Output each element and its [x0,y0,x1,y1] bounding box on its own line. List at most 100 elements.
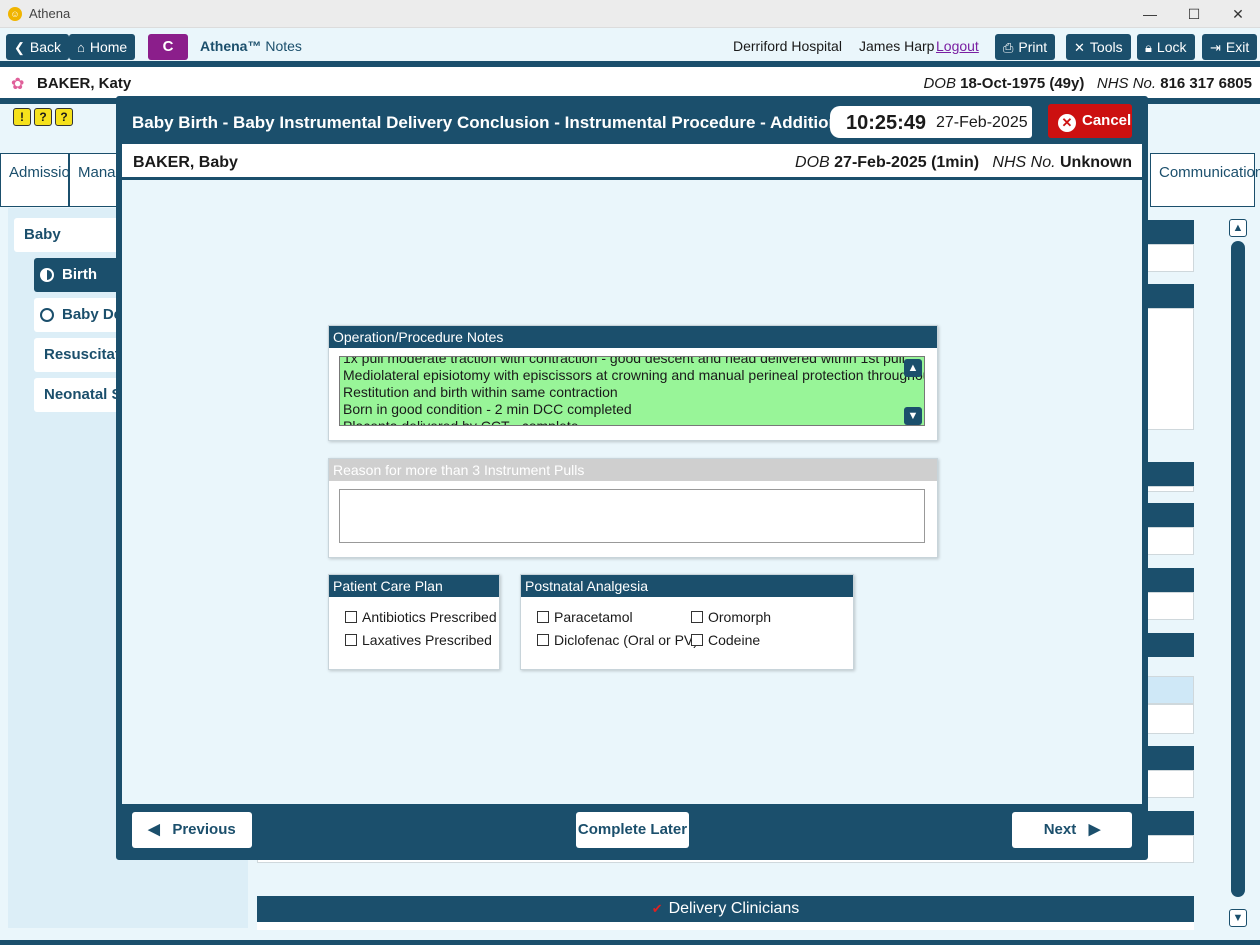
maximize-icon[interactable]: ☐ [1172,2,1216,26]
note-line: 1x pull moderate traction with contracti… [343,356,905,366]
scroll-up-icon[interactable]: ▲ [1229,219,1247,237]
baby-nhs: Unknown [1060,154,1132,171]
instrumental-procedure-dialog: Baby Birth - Baby Instrumental Delivery … [116,96,1148,860]
patient-details: DOB 18-Oct-1975 (49y) NHS No. 816 317 68… [923,75,1252,92]
codeine-checkbox[interactable]: Codeine [691,632,760,648]
checkbox-icon [691,611,703,623]
bg-section-body [257,922,1194,930]
previous-label: Previous [172,821,236,838]
chevron-down-icon[interactable]: ▼ [904,407,922,425]
check-icon: ✔ [651,901,663,916]
close-circle-icon: ✕ [1058,114,1076,132]
patient-name: BAKER, Katy [37,75,132,92]
page-scrollbar[interactable]: ▲ ▼ [1229,219,1247,929]
lock-button[interactable]: 🔒︎ Lock [1137,34,1195,60]
checkbox-label: Oromorph [708,609,772,625]
note-line: Restitution and birth within same contra… [343,384,618,400]
delivery-clinicians-header: ✔ Delivery Clinicians [257,896,1194,922]
reason-panel: Reason for more than 3 Instrument Pulls [328,458,938,558]
brand-suffix: Notes [265,38,302,54]
datetime-box: 10:25:49 27-Feb-2025 [830,106,1032,138]
paracetamol-checkbox[interactable]: Paracetamol [537,609,633,625]
main-toolbar: ❮ Back ⌂ Home C Athena™ Notes Derriford Ho… [0,28,1260,64]
help-icon[interactable]: ? [34,108,52,126]
tab-communications[interactable]: Communications [1150,153,1260,207]
oromorph-checkbox[interactable]: Oromorph [691,609,771,625]
patient-care-plan-panel: Patient Care Plan Antibiotics Prescribed… [328,574,500,670]
delivery-clinicians-label: Delivery Clinicians [668,900,800,917]
user-name: James Harp [859,38,935,54]
print-label: Print [1018,39,1048,55]
tools-button[interactable]: ✕ Tools [1066,34,1131,60]
checkbox-icon [345,634,357,646]
complete-later-button[interactable]: Complete Later [576,812,689,848]
checkbox-icon [691,634,703,646]
home-button[interactable]: ⌂ Home [69,34,136,60]
window-titlebar: ☺ Athena — ☐ ✕ [0,0,1260,28]
hospital-name: Derriford Hospital [733,38,842,54]
baby-banner: BAKER, Baby DOB 27-Feb-2025 (1min) NHS N… [122,144,1142,180]
note-line: Born in good condition - 2 min DCC compl… [343,401,632,417]
logout-link[interactable]: Logout [936,38,979,54]
checkbox-icon [537,634,549,646]
arrow-right-icon: ▶ [1088,821,1101,838]
half-progress-icon [40,268,54,282]
scroll-thumb[interactable] [1231,241,1245,897]
scroll-down-icon[interactable]: ▼ [1229,909,1247,927]
reason-textarea[interactable] [339,489,925,543]
chevron-left-icon: ❮ [14,40,25,55]
close-icon[interactable]: ✕ [1216,2,1260,26]
dob-label: DOB [923,75,956,92]
antibiotics-checkbox[interactable]: Antibiotics Prescribed [345,609,497,625]
minimize-icon[interactable]: — [1128,2,1172,26]
tab-admission[interactable]: Admission [0,153,78,207]
operation-notes-textarea[interactable]: 1x pull moderate traction with contracti… [339,356,925,426]
baby-dob: 27-Feb-2025 (1min) [834,154,980,171]
dialog-header: Baby Birth - Baby Instrumental Delivery … [122,102,1142,144]
operation-notes-header: Operation/Procedure Notes [329,326,937,348]
chevron-up-icon[interactable]: ▲ [904,359,922,377]
checkbox-label: Diclofenac (Oral or PV) [554,632,698,648]
checkbox-label: Laxatives Prescribed [362,632,492,648]
nhs-label: NHS No. [1096,75,1157,92]
dialog-title: Baby Birth - Baby Instrumental Delivery … [132,113,832,132]
notes-scrollbar[interactable]: ▲ ▼ [904,359,922,425]
lock-label: Lock [1156,39,1187,55]
baby-dob-label: DOB [795,154,830,171]
checkbox-label: Codeine [708,632,761,648]
checkbox-icon [537,611,549,623]
postnatal-analgesia-panel: Postnatal Analgesia Paracetamol Oromorph… [520,574,854,670]
laxatives-checkbox[interactable]: Laxatives Prescribed [345,632,492,648]
printer-icon: ⎙ [1003,40,1014,55]
home-icon: ⌂ [77,40,85,55]
next-button[interactable]: Next ▶ [1012,812,1132,848]
exit-label: Exit [1225,39,1250,55]
current-time: 10:25:49 [846,112,927,134]
checkbox-label: Antibiotics Prescribed [362,609,497,625]
back-button[interactable]: ❮ Back [6,34,70,60]
baby-name: BAKER, Baby [133,154,238,171]
exit-button[interactable]: ⇥ Exit [1202,34,1258,60]
diclofenac-checkbox[interactable]: Diclofenac (Oral or PV) [537,632,698,648]
checkbox-label: Paracetamol [554,609,633,625]
flower-icon: ✿ [11,76,25,93]
care-plan-header: Patient Care Plan [329,575,499,597]
c-button[interactable]: C [148,34,188,60]
exit-icon: ⇥ [1210,40,1221,55]
previous-button[interactable]: ◀ Previous [132,812,252,848]
print-button[interactable]: ⎙ Print [995,34,1056,60]
tools-label: Tools [1089,39,1123,55]
lock-icon: 🔒︎ [1145,40,1152,55]
app-brand: Athena™ Notes [200,38,302,54]
empty-progress-icon [40,308,54,322]
note-line: Mediolateral episiotomy with episcissors… [343,367,925,383]
alert-icon[interactable]: ! [13,108,31,126]
cancel-label: Cancel [1082,112,1132,129]
operation-notes-panel: Operation/Procedure Notes 1x pull modera… [328,325,938,441]
tools-icon: ✕ [1074,40,1085,55]
reason-header: Reason for more than 3 Instrument Pulls [329,459,937,481]
analgesia-header: Postnatal Analgesia [521,575,853,597]
help-icon[interactable]: ? [55,108,73,126]
cancel-button[interactable]: ✕ Cancel [1048,104,1132,138]
patient-dob: 18-Oct-1975 (49y) [960,75,1085,92]
